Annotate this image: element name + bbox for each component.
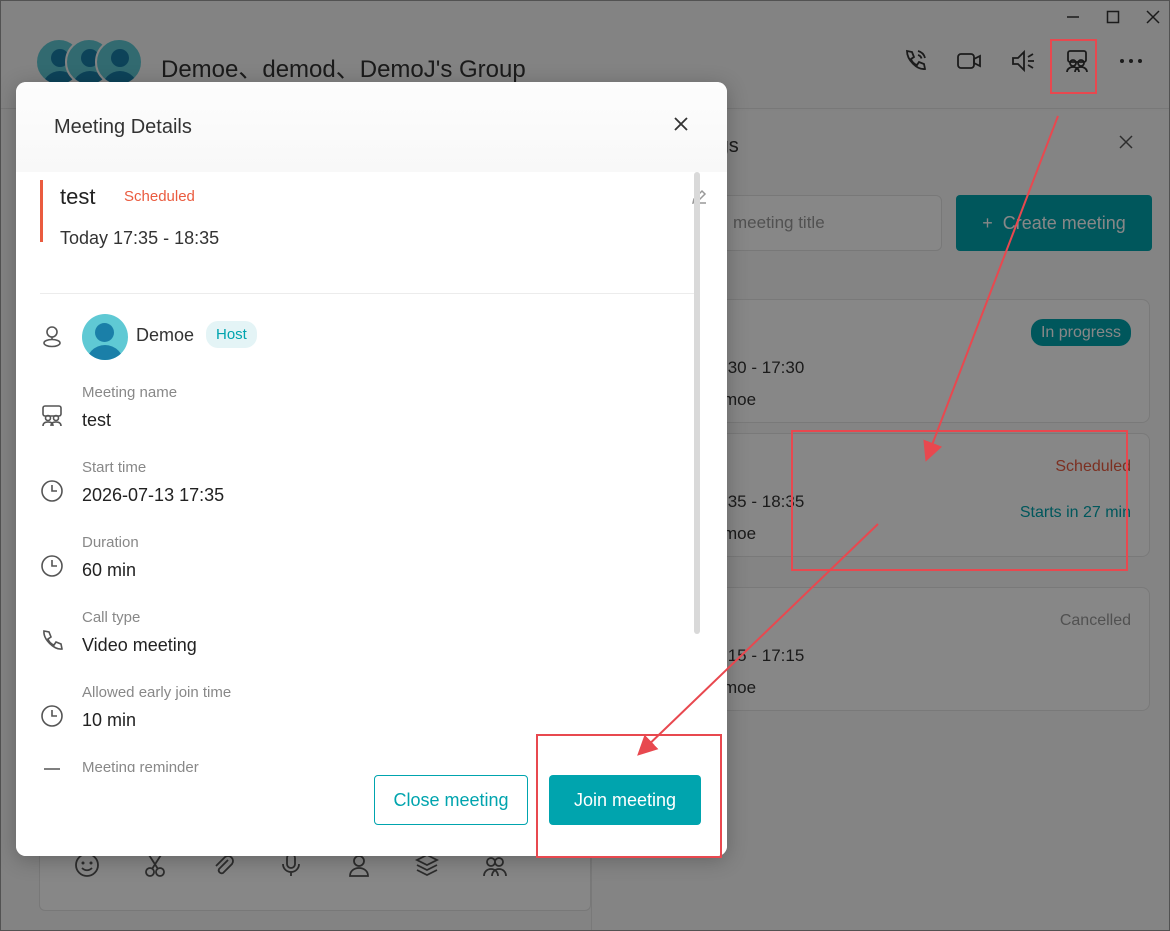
detail-value: 2026-07-13 17:35 xyxy=(82,485,225,505)
clock-icon xyxy=(40,554,66,580)
detail-early-join: Allowed early join time 10 min xyxy=(40,684,680,744)
detail-call-type: Call type Video meeting xyxy=(40,609,680,669)
detail-value: Video meeting xyxy=(82,635,197,655)
avatar xyxy=(82,314,128,360)
detail-label: Allowed early join time xyxy=(82,684,232,701)
join-meeting-button[interactable]: Join meeting xyxy=(549,775,701,825)
close-meeting-button[interactable]: Close meeting xyxy=(374,775,528,825)
meeting-summary: test Scheduled Today 17:35 - 18:35 xyxy=(40,180,707,294)
meeting-title: test xyxy=(60,184,96,209)
dialog-title: Meeting Details xyxy=(54,116,192,138)
phone-icon xyxy=(40,629,66,655)
detail-value: test xyxy=(82,410,112,430)
detail-label: Start time xyxy=(82,459,147,476)
meeting-icon xyxy=(40,404,66,430)
close-icon[interactable] xyxy=(673,116,693,136)
dialog-footer: Close meeting Join meeting xyxy=(16,772,727,856)
dialog-header: Meeting Details xyxy=(16,82,727,172)
detail-label: Meeting name xyxy=(82,384,178,401)
detail-duration: Duration 60 min xyxy=(40,534,680,594)
meeting-details-dialog: Meeting Details test Scheduled Today 17:… xyxy=(16,82,727,856)
detail-label: Duration xyxy=(82,534,139,551)
detail-meeting-name: Meeting name test xyxy=(40,384,680,444)
detail-value: 60 min xyxy=(82,560,137,580)
host-badge: Host xyxy=(206,321,257,348)
detail-label: Call type xyxy=(82,609,141,626)
person-pin-icon xyxy=(40,324,66,350)
detail-start-time: Start time 2026-07-13 17:35 xyxy=(40,459,680,519)
scrollbar[interactable] xyxy=(694,172,700,634)
edit-icon[interactable] xyxy=(690,188,710,208)
status-accent-bar xyxy=(40,180,43,242)
meeting-time-range: Today 17:35 - 18:35 xyxy=(60,228,220,248)
clock-icon xyxy=(40,704,66,730)
clock-icon xyxy=(40,479,66,505)
host-name: Demoe xyxy=(136,325,195,345)
status-badge: Scheduled xyxy=(124,188,195,205)
detail-value: 10 min xyxy=(82,710,137,730)
